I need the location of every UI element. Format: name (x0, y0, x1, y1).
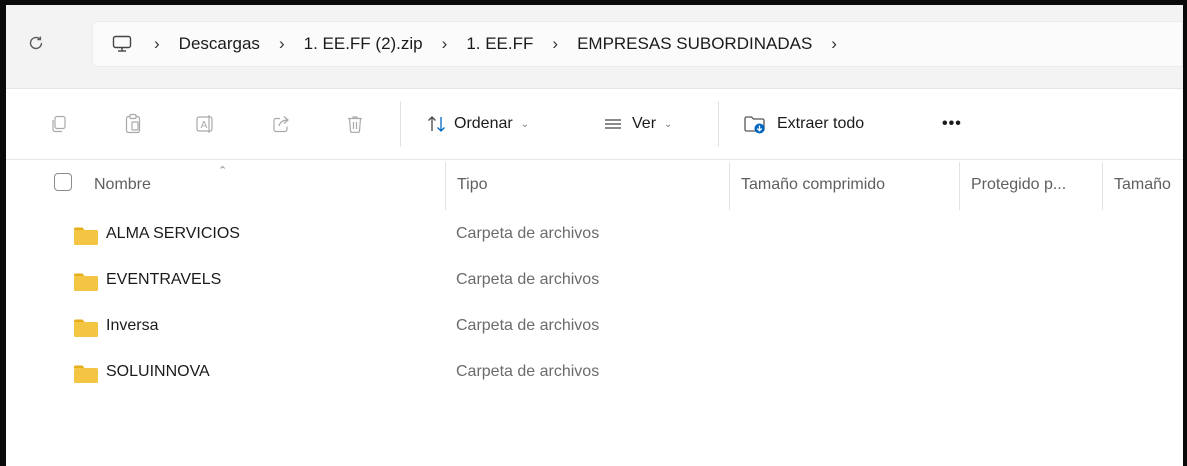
sort-button[interactable]: Ordenar ⌄ (426, 109, 529, 139)
breadcrumb-separator[interactable]: › (831, 34, 837, 54)
column-header-name[interactable]: Nombre (94, 176, 151, 194)
breadcrumb[interactable]: › Descargas › 1. EE.FF (2).zip › 1. EE.F… (92, 21, 1183, 67)
extract-folder-icon (744, 116, 765, 134)
folder-icon (74, 227, 98, 245)
item-name[interactable]: SOLUINNOVA (106, 363, 210, 381)
toolbar-divider (400, 101, 401, 147)
item-type: Carpeta de archivos (456, 271, 600, 288)
breadcrumb-separator[interactable]: › (442, 34, 448, 54)
select-all-checkbox[interactable] (54, 173, 72, 191)
refresh-icon[interactable] (24, 31, 48, 55)
column-header-row: ⌃ Nombre Tipo Tamaño comprimido Protegid… (6, 160, 1183, 212)
delete-icon[interactable] (342, 111, 368, 137)
column-separator[interactable] (1102, 162, 1103, 210)
breadcrumb-separator[interactable]: › (154, 34, 160, 54)
column-header-size[interactable]: Tamaño (1114, 176, 1171, 194)
item-type: Carpeta de archivos (456, 363, 600, 380)
command-bar: A Ordenar ⌄ Ver ⌄ Extraer todo ••• (6, 89, 1183, 160)
chevron-down-icon: ⌄ (520, 118, 530, 130)
column-separator[interactable] (729, 162, 730, 210)
breadcrumb-item-eeff[interactable]: 1. EE.FF (466, 34, 533, 54)
svg-text:A: A (201, 120, 208, 131)
item-name[interactable]: ALMA SERVICIOS (106, 225, 240, 243)
file-explorer-window: › Descargas › 1. EE.FF (2).zip › 1. EE.F… (0, 0, 1187, 466)
sort-label: Ordenar (454, 115, 513, 132)
list-item[interactable]: SOLUINNOVA Carpeta de archivos (6, 350, 1183, 396)
breadcrumb-item-descargas[interactable]: Descargas (179, 34, 260, 54)
paste-icon[interactable] (120, 111, 146, 137)
list-item[interactable]: ALMA SERVICIOS Carpeta de archivos (6, 212, 1183, 258)
column-header-protected[interactable]: Protegido p... (971, 176, 1066, 194)
sort-up-icon: ⌃ (218, 165, 228, 177)
item-name[interactable]: Inversa (106, 317, 158, 335)
folder-icon (74, 365, 98, 383)
breadcrumb-separator[interactable]: › (279, 34, 285, 54)
column-header-type[interactable]: Tipo (457, 176, 488, 194)
chevron-down-icon: ⌄ (664, 118, 673, 130)
view-icon (605, 119, 621, 129)
list-item[interactable]: Inversa Carpeta de archivos (6, 304, 1183, 350)
breadcrumb-separator[interactable]: › (552, 34, 558, 54)
copy-icon[interactable] (46, 111, 72, 137)
folder-icon (74, 273, 98, 291)
column-header-compressed-size[interactable]: Tamaño comprimido (741, 176, 885, 194)
folder-icon (74, 319, 98, 337)
breadcrumb-item-zip[interactable]: 1. EE.FF (2).zip (304, 34, 423, 54)
rename-icon[interactable]: A (192, 111, 218, 137)
address-bar: › Descargas › 1. EE.FF (2).zip › 1. EE.F… (6, 5, 1183, 89)
item-type: Carpeta de archivos (456, 225, 600, 242)
view-label: Ver (632, 115, 657, 132)
extract-all-label: Extraer todo (777, 115, 865, 132)
view-button[interactable]: Ver ⌄ (602, 109, 672, 139)
list-item[interactable]: EVENTRAVELS Carpeta de archivos (6, 258, 1183, 304)
more-options-button[interactable]: ••• (942, 109, 962, 139)
column-separator[interactable] (445, 162, 446, 210)
breadcrumb-item-empresas[interactable]: EMPRESAS SUBORDINADAS (577, 34, 812, 54)
share-icon[interactable] (268, 111, 294, 137)
column-separator[interactable] (959, 162, 960, 210)
sort-icon (428, 116, 445, 132)
extract-all-button[interactable]: Extraer todo (743, 109, 864, 139)
item-name[interactable]: EVENTRAVELS (106, 271, 221, 289)
this-pc-icon[interactable] (111, 32, 135, 56)
item-type: Carpeta de archivos (456, 317, 600, 334)
toolbar-divider (718, 101, 719, 147)
